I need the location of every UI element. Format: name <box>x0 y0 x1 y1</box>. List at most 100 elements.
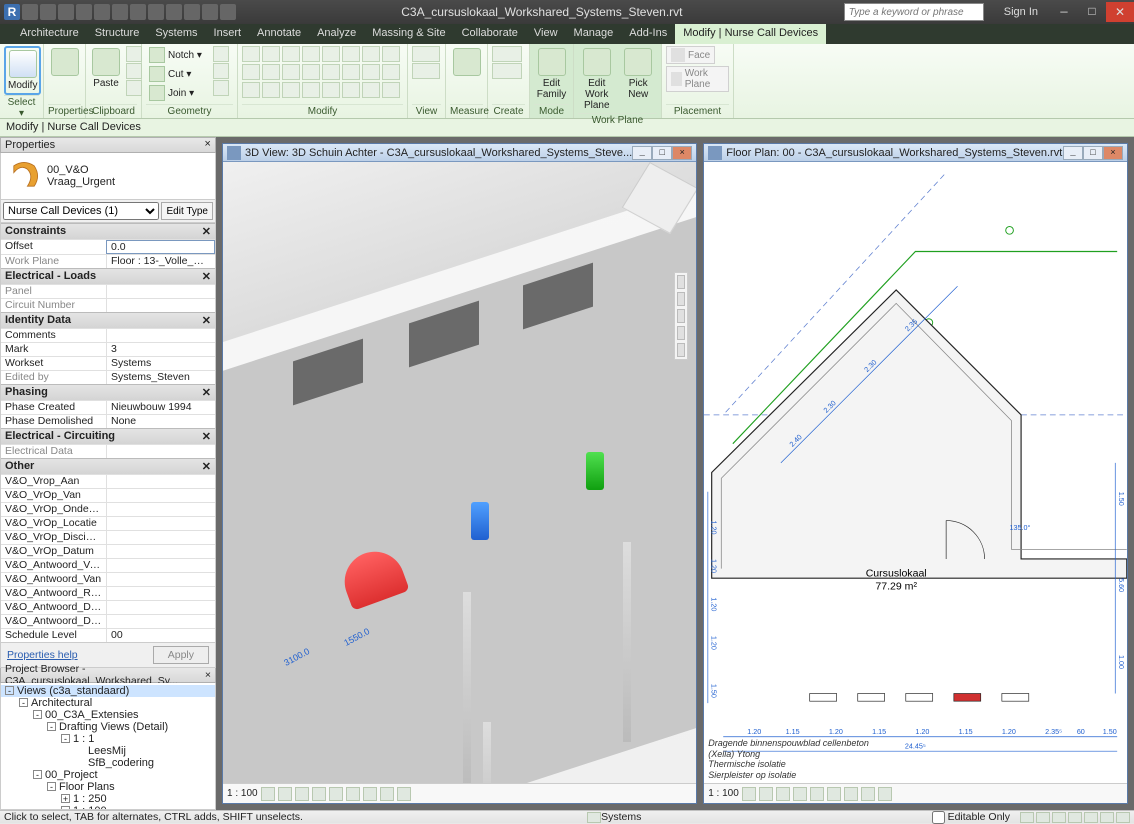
prop-row[interactable]: Circuit Number <box>1 298 215 312</box>
measure-button[interactable] <box>450 46 483 78</box>
cut-button[interactable]: Cut ▾ <box>146 65 205 83</box>
sb-icon-1[interactable] <box>1020 812 1034 823</box>
geom-extra3-icon[interactable] <box>213 80 229 96</box>
close-browser-icon[interactable]: × <box>205 669 211 681</box>
vps-icon-5[interactable] <box>810 787 824 801</box>
prop-row[interactable]: V&O_VrOp_Locatie <box>1 516 215 530</box>
vps-icon-6[interactable] <box>827 787 841 801</box>
maximize-button[interactable]: □ <box>1078 2 1106 22</box>
edit-workplane-button[interactable]: Edit Work Plane <box>578 46 616 113</box>
family-selector[interactable]: 00_V&O Vraag_Urgent <box>0 153 216 200</box>
tab-modify-nurse-call-devices[interactable]: Modify | Nurse Call Devices <box>675 24 826 44</box>
cut-clipboard-icon[interactable] <box>126 46 142 62</box>
view-3d-scale[interactable]: 1 : 100 <box>227 788 258 799</box>
prop-group-electrical-circuiting[interactable]: Electrical - Circuiting✕ <box>1 428 215 444</box>
modify-tool-21[interactable] <box>322 82 340 98</box>
properties-palette-header[interactable]: Properties× <box>0 137 216 153</box>
modify-tool-3[interactable] <box>282 46 300 62</box>
prop-row[interactable]: Offset0.0 <box>1 239 215 254</box>
modify-tool-button[interactable]: Modify <box>4 46 41 95</box>
modify-tool-19[interactable] <box>282 82 300 98</box>
prop-row[interactable]: V&O_Antwoord_Discipl... <box>1 600 215 614</box>
view-3d-canvas[interactable]: 3100.0 1550.0 <box>223 162 696 783</box>
vps-icon-9[interactable] <box>878 787 892 801</box>
tab-systems[interactable]: Systems <box>147 24 205 44</box>
modify-tool-7[interactable] <box>362 46 380 62</box>
prop-group-constraints[interactable]: Constraints✕ <box>1 223 215 239</box>
prop-row[interactable]: Phase CreatedNieuwbouw 1994 <box>1 400 215 414</box>
tab-collaborate[interactable]: Collaborate <box>454 24 526 44</box>
view-close-button[interactable]: × <box>672 146 692 160</box>
geom-extra1-icon[interactable] <box>213 46 229 62</box>
vps-icon-4[interactable] <box>793 787 807 801</box>
sign-in-link[interactable]: Sign In <box>1004 6 1038 18</box>
prop-row[interactable]: Comments <box>1 328 215 342</box>
edit-type-button[interactable]: Edit Type <box>161 202 213 220</box>
modify-tool-22[interactable] <box>342 82 360 98</box>
editable-only-toggle[interactable]: Editable Only <box>932 811 1010 824</box>
modify-tool-6[interactable] <box>342 46 360 62</box>
category-selector[interactable]: Nurse Call Devices (1) <box>3 202 159 220</box>
tab-massing-site[interactable]: Massing & Site <box>364 24 453 44</box>
join-button[interactable]: Join ▾ <box>146 84 205 102</box>
modify-tool-2[interactable] <box>262 46 280 62</box>
prop-row[interactable]: WorksetSystems <box>1 356 215 370</box>
prop-row[interactable]: V&O_Vrop_Aan <box>1 474 215 488</box>
prop-row[interactable]: Panel <box>1 284 215 298</box>
create-tool-1[interactable] <box>492 46 522 62</box>
tree-item[interactable]: -Drafting Views (Detail) <box>1 721 215 733</box>
close-button[interactable]: ✕ <box>1106 2 1134 22</box>
prop-group-electrical-loads[interactable]: Electrical - Loads✕ <box>1 268 215 284</box>
close-properties-icon[interactable]: × <box>204 139 211 151</box>
qat-a-icon[interactable] <box>148 4 164 20</box>
tree-item[interactable]: -Views (c3a_standaard) <box>1 685 215 697</box>
vs-icon-8[interactable] <box>380 787 394 801</box>
modify-tool-4[interactable] <box>302 46 320 62</box>
modify-tool-17[interactable] <box>242 82 260 98</box>
tree-item[interactable]: LeesMij <box>1 745 215 757</box>
properties-help-link[interactable]: Properties help <box>7 649 78 661</box>
prop-row[interactable]: Electrical Data <box>1 444 215 458</box>
vs-icon-9[interactable] <box>397 787 411 801</box>
view-plan-close-button[interactable]: × <box>1103 146 1123 160</box>
apply-button[interactable]: Apply <box>153 646 209 664</box>
view-tool-2[interactable] <box>412 63 440 79</box>
vps-icon-3[interactable] <box>776 787 790 801</box>
tab-structure[interactable]: Structure <box>87 24 148 44</box>
modify-tool-8[interactable] <box>382 46 400 62</box>
qat-sync-icon[interactable] <box>112 4 128 20</box>
vs-icon-4[interactable] <box>312 787 326 801</box>
prop-row[interactable]: V&O_Antwoord_Vervol... <box>1 558 215 572</box>
project-browser-tree[interactable]: -Views (c3a_standaard)-Architectural-00_… <box>0 683 216 810</box>
qat-extra3-icon[interactable] <box>202 4 218 20</box>
prop-row[interactable]: Work PlaneFloor : 13-_Volle_Grond_... <box>1 254 215 268</box>
modify-tool-15[interactable] <box>362 64 380 80</box>
modify-tool-12[interactable] <box>302 64 320 80</box>
modify-tool-1[interactable] <box>242 46 260 62</box>
sb-icon-3[interactable] <box>1052 812 1066 823</box>
paste-button[interactable]: Paste <box>90 46 122 91</box>
editable-only-checkbox[interactable] <box>932 811 945 824</box>
qat-extra1-icon[interactable] <box>166 4 182 20</box>
minimize-button[interactable]: — <box>1050 2 1078 22</box>
modify-tool-10[interactable] <box>262 64 280 80</box>
qat-redo-icon[interactable] <box>76 4 92 20</box>
tab-manage[interactable]: Manage <box>566 24 622 44</box>
modify-tool-18[interactable] <box>262 82 280 98</box>
modify-tool-11[interactable] <box>282 64 300 80</box>
copy-clipboard-icon[interactable] <box>126 63 142 79</box>
view-plan-window[interactable]: Floor Plan: 00 - C3A_cursuslokaal_Worksh… <box>703 143 1128 804</box>
sb-icon-2[interactable] <box>1036 812 1050 823</box>
vps-icon-8[interactable] <box>861 787 875 801</box>
prop-row[interactable]: V&O_VrOp_Datum <box>1 544 215 558</box>
modify-tool-9[interactable] <box>242 64 260 80</box>
marker-green[interactable] <box>586 452 604 490</box>
vs-icon-6[interactable] <box>346 787 360 801</box>
vs-icon-7[interactable] <box>363 787 377 801</box>
qat-measure-icon[interactable] <box>130 4 146 20</box>
view-max-button[interactable]: □ <box>652 146 672 160</box>
match-icon[interactable] <box>126 80 142 96</box>
tab-view[interactable]: View <box>526 24 566 44</box>
active-workset[interactable]: Systems <box>601 811 641 823</box>
modify-tool-5[interactable] <box>322 46 340 62</box>
